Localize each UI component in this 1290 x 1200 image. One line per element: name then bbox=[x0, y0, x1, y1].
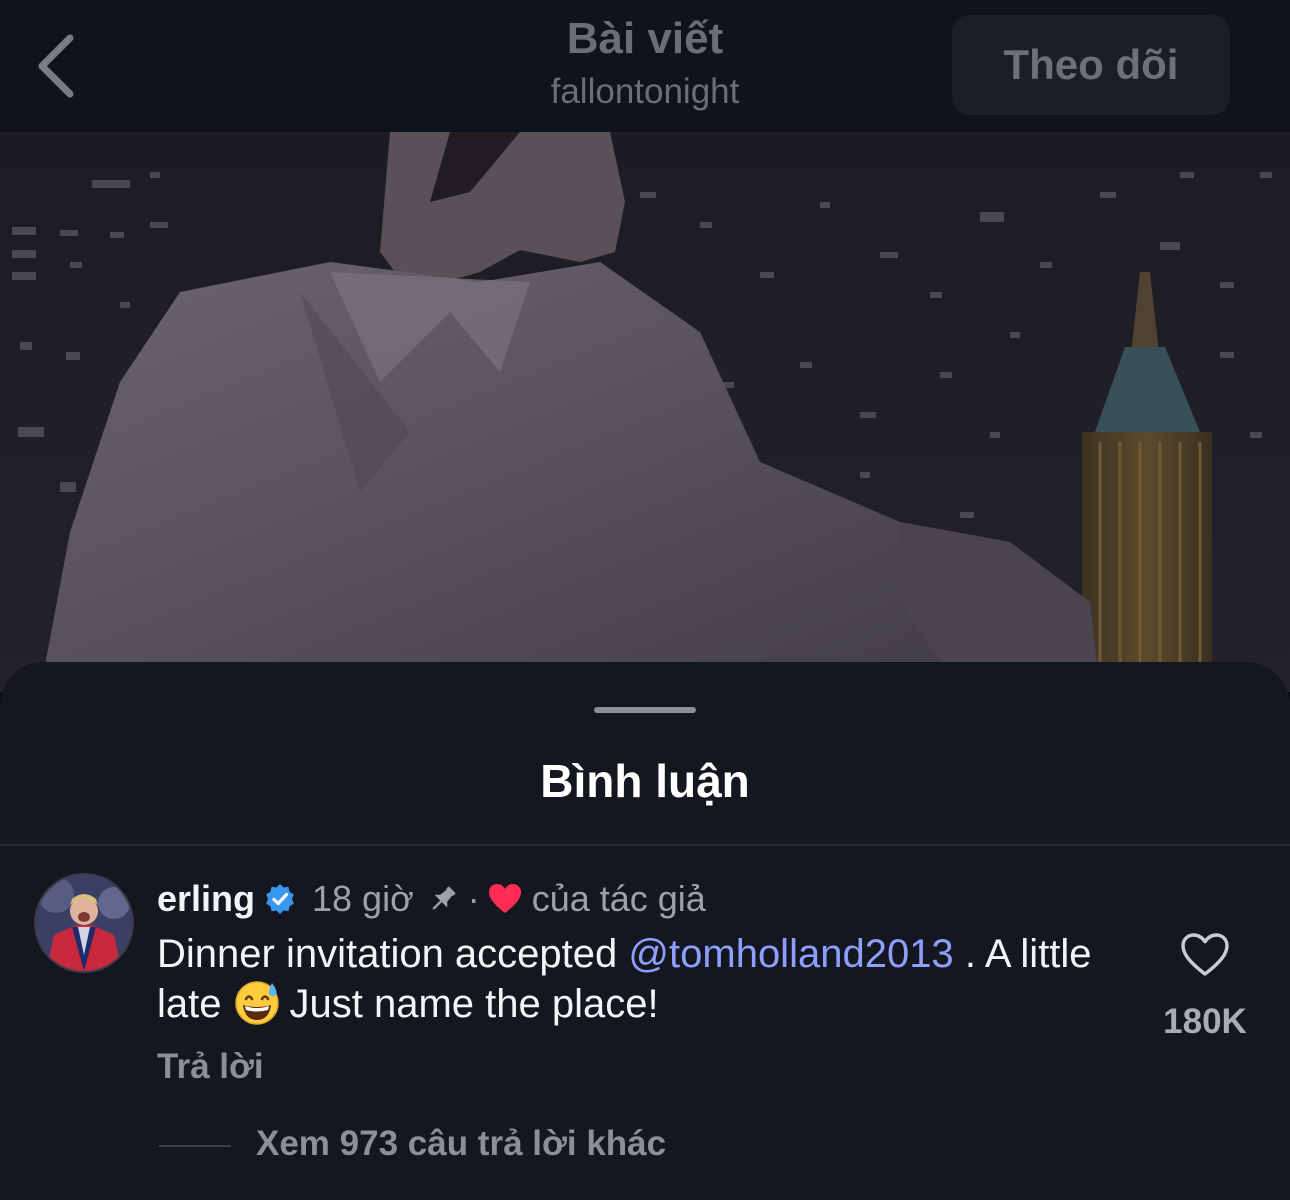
replies-connector-line bbox=[159, 1145, 231, 1147]
comment-text: Dinner invitation accepted @tomholland20… bbox=[157, 930, 1137, 1029]
sheet-grabber[interactable] bbox=[594, 707, 696, 713]
comments-sheet: Bình luận erling 18 giờ · của tác giả Di… bbox=[0, 662, 1290, 1200]
pin-icon bbox=[432, 886, 456, 910]
like-count: 180K bbox=[1163, 1002, 1247, 1041]
heart-outline-icon bbox=[1181, 933, 1229, 976]
video-frame bbox=[0, 132, 1290, 692]
top-navigation-bar: Bài viết fallontonight Theo dõi bbox=[0, 0, 1290, 132]
heart-filled-icon bbox=[488, 884, 521, 913]
avatar-image bbox=[36, 875, 132, 971]
comment-meta: erling 18 giờ · của tác giả bbox=[157, 876, 706, 922]
mention-link[interactable]: @tomholland2013 bbox=[628, 932, 953, 976]
comment-timestamp: 18 giờ bbox=[312, 878, 414, 919]
avatar[interactable] bbox=[36, 875, 132, 971]
verified-badge-icon bbox=[266, 884, 294, 914]
grinning-face-with-sweat-icon bbox=[234, 981, 279, 1025]
comment-username[interactable]: erling bbox=[157, 878, 255, 920]
reply-button[interactable]: Trả lời bbox=[157, 1047, 264, 1087]
meta-separator: · bbox=[467, 878, 480, 919]
liked-by-author-label: của tác giả bbox=[531, 878, 706, 919]
post-video[interactable] bbox=[0, 132, 1290, 692]
comment-text-part: Dinner invitation accepted bbox=[157, 932, 618, 976]
follow-button[interactable]: Theo dõi bbox=[952, 15, 1230, 115]
comments-title: Bình luận bbox=[540, 755, 750, 807]
divider bbox=[0, 844, 1290, 846]
like-button[interactable] bbox=[1180, 932, 1230, 978]
view-more-replies-button[interactable]: Xem 973 câu trả lời khác bbox=[256, 1124, 666, 1164]
comment-text-part: Just name the place! bbox=[289, 982, 659, 1026]
